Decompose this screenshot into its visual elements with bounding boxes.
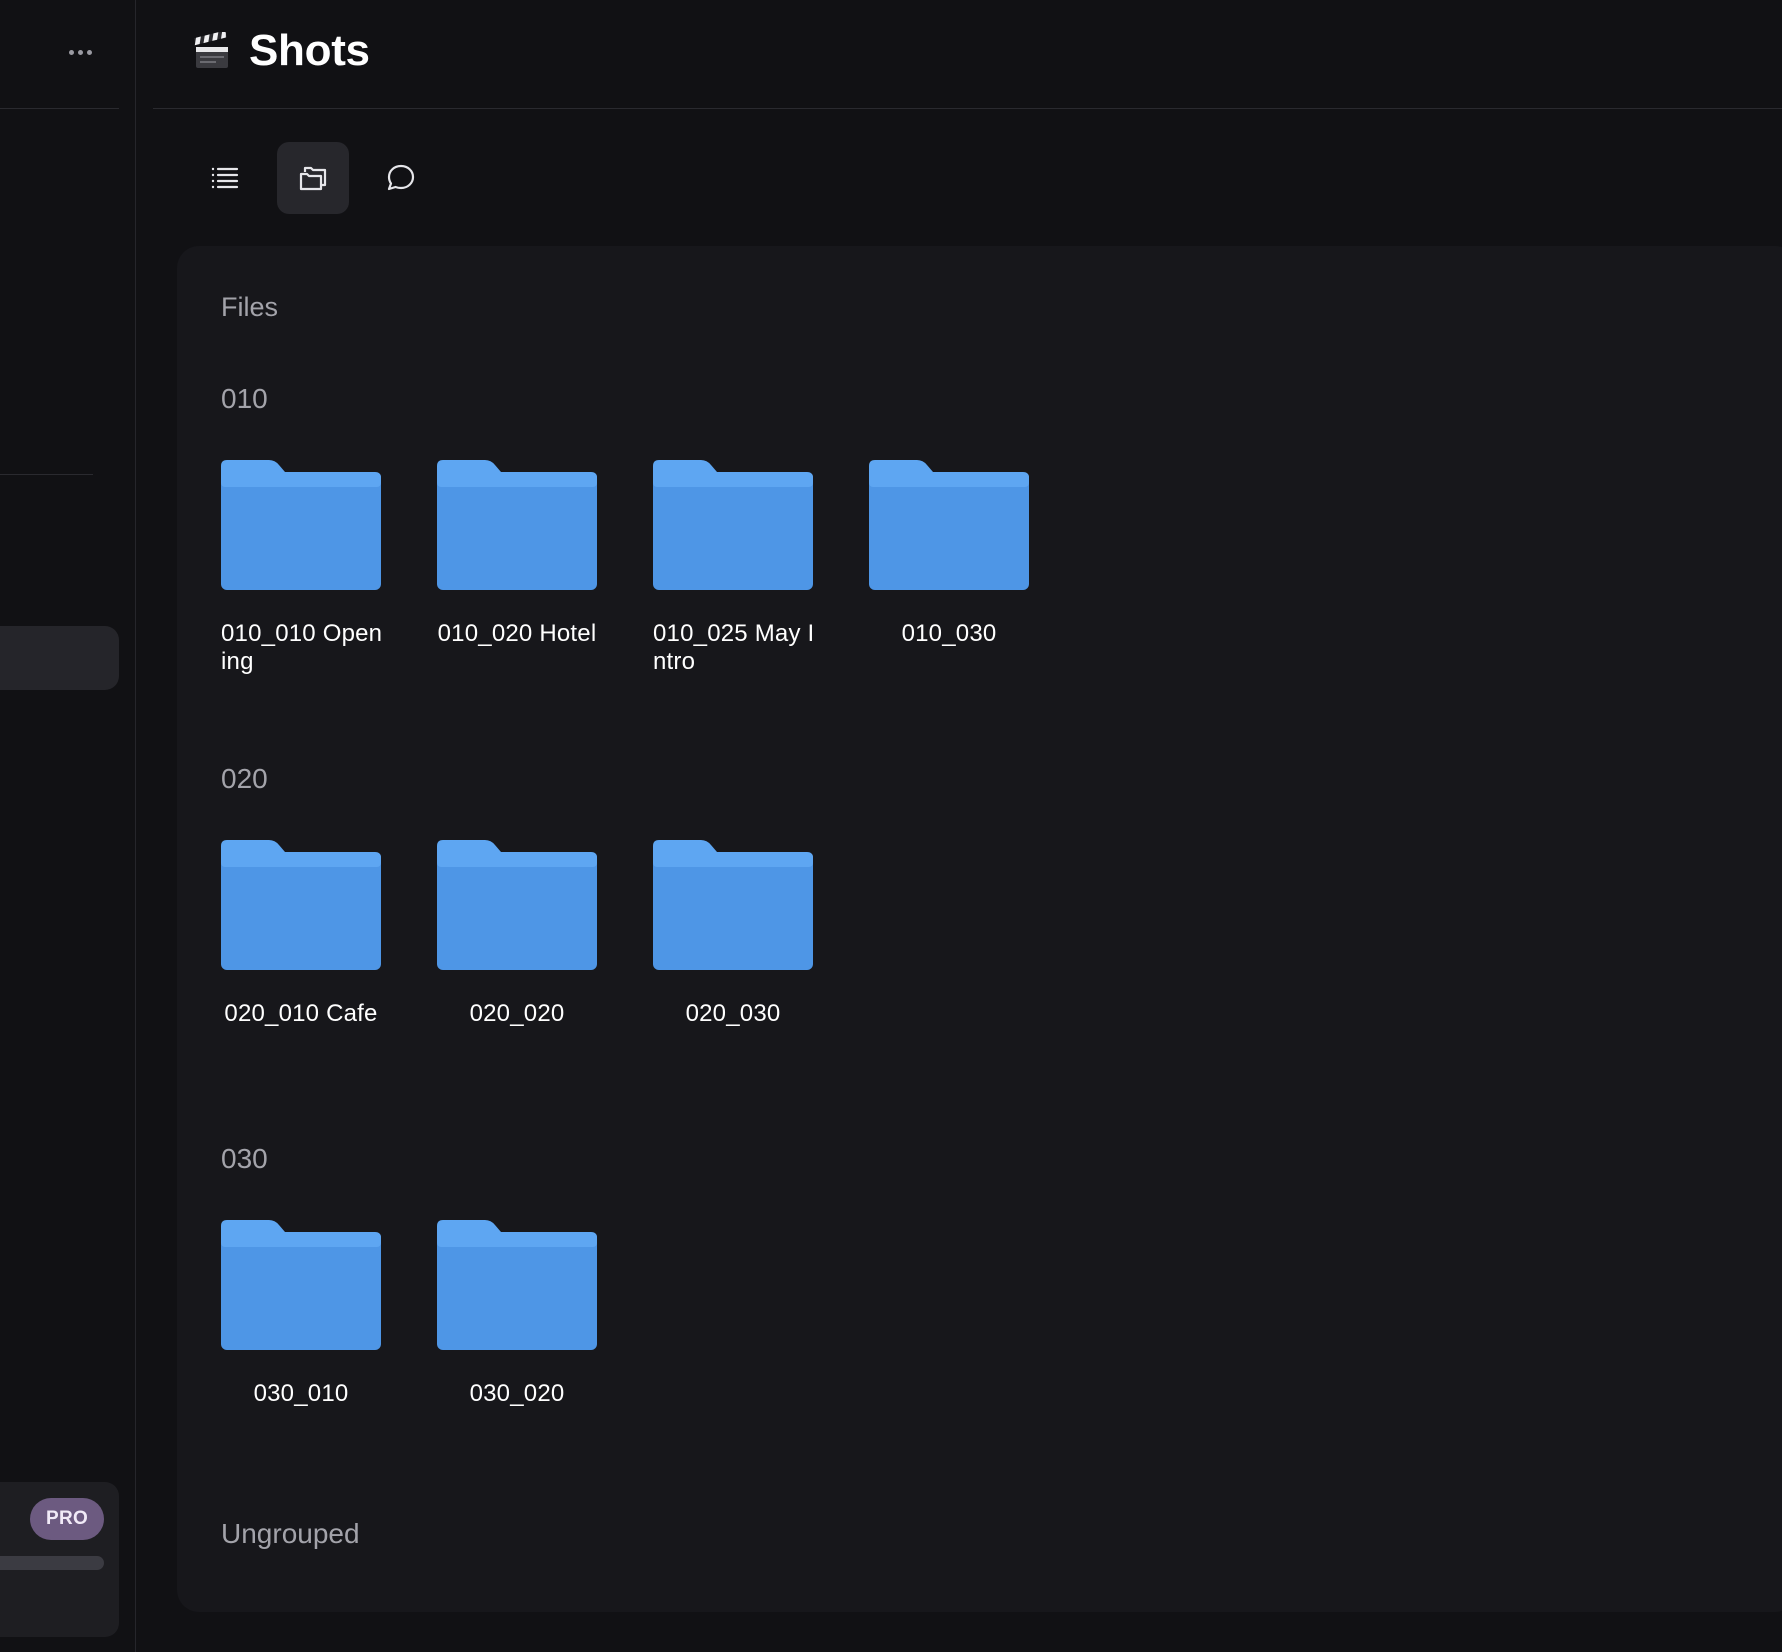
folder-icon (653, 460, 813, 590)
comments-view-button[interactable] (365, 142, 437, 214)
page-header: Shots (153, 0, 1782, 109)
pro-badge: PRO (30, 1498, 105, 1540)
folder-item[interactable]: 020_030 (653, 840, 813, 1028)
folder-label: 020_020 (469, 1000, 565, 1027)
group-title: 020 (221, 763, 268, 794)
ellipsis-dot (77, 49, 83, 55)
folder-item[interactable]: 010_025 May Intro (653, 460, 814, 676)
files-title: Files (221, 292, 279, 322)
folder-item[interactable]: 020_010 Cafe (221, 840, 381, 1028)
folder-view-button[interactable] (277, 142, 349, 214)
group-title: 010 (221, 383, 268, 414)
folder-item[interactable]: 030_020 (437, 1220, 597, 1408)
folder-item[interactable]: 010_030 (869, 460, 1029, 676)
page-title: Shots (249, 26, 370, 75)
folder-icon (221, 460, 381, 590)
files-panel: Files 010 010_010 Opening 010_020 Hotel … (177, 246, 1782, 1612)
folder-label: 010_010 Opening (221, 620, 383, 675)
list-view-button[interactable] (189, 142, 261, 214)
folder-item[interactable]: 010_010 Opening (221, 460, 382, 676)
folder-row: 010_010 Opening 010_020 Hotel 010_025 Ma… (221, 460, 1029, 676)
folder-label: 030_020 (469, 1380, 565, 1407)
comment-icon (387, 164, 415, 191)
folder-label: 010_025 May Intro (653, 620, 815, 675)
sidebar: PRO (0, 0, 136, 1652)
group-010: 010 010_010 Opening 010_020 Hotel 010_02… (221, 382, 1029, 675)
group-title: 030 (221, 1143, 268, 1174)
folder-icon (437, 460, 597, 590)
sidebar-item-active[interactable] (0, 626, 119, 690)
folder-icon (437, 1220, 597, 1350)
folder-icon (221, 840, 381, 970)
sidebar-divider (0, 474, 93, 475)
group-020: 020 020_010 Cafe 020_020 020_030 (221, 762, 813, 1027)
usage-progress-bar (0, 1556, 104, 1570)
view-toolbar (189, 142, 437, 214)
pro-plan-card[interactable]: PRO (0, 1482, 119, 1637)
group-030: 030 030_010 030_020 (221, 1142, 597, 1407)
folder-item[interactable]: 020_020 (437, 840, 597, 1028)
ellipsis-icon (68, 49, 74, 55)
folder-label: 010_020 Hotel (437, 620, 597, 647)
folder-item[interactable]: 010_020 Hotel (437, 460, 597, 676)
main-content: Shots Files 010 010_010 Opening 010_020 … (137, 0, 1782, 1652)
ungrouped-title: Ungrouped (221, 1518, 360, 1549)
folder-label: 010_030 (901, 620, 997, 647)
clapper-board-icon (194, 32, 228, 68)
folder-icon (653, 840, 813, 970)
folder-icon (869, 460, 1029, 590)
folders-icon (299, 166, 327, 191)
folder-icon (437, 840, 597, 970)
list-icon (211, 167, 239, 189)
folder-label: 020_010 Cafe (224, 1000, 378, 1027)
folder-row: 020_010 Cafe 020_020 020_030 (221, 840, 813, 1028)
folder-label: 020_030 (685, 1000, 781, 1027)
folder-label: 030_010 (253, 1380, 349, 1407)
folder-icon (221, 1220, 381, 1350)
folder-item[interactable]: 030_010 (221, 1220, 381, 1408)
folder-row: 030_010 030_020 (221, 1220, 597, 1408)
sidebar-divider (0, 108, 119, 109)
ellipsis-dot (86, 49, 92, 55)
more-options-button[interactable] (62, 38, 98, 66)
